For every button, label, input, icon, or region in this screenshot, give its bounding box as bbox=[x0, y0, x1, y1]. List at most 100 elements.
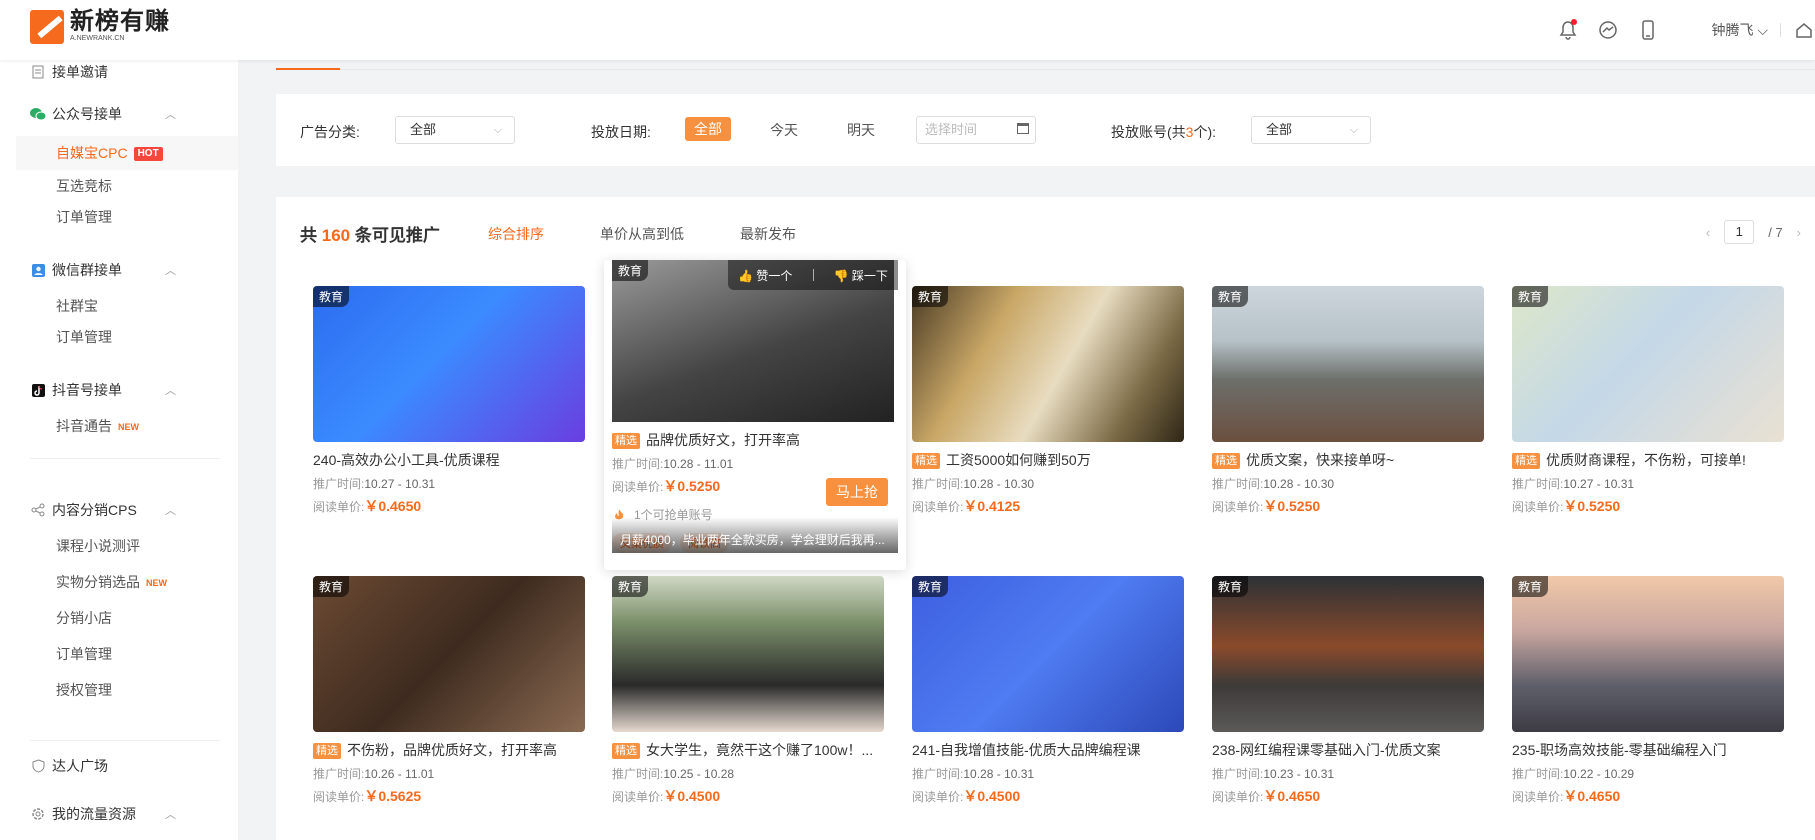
dislike-button[interactable]: 👎 踩一下 bbox=[834, 267, 888, 284]
card-image[interactable]: 教育 bbox=[313, 576, 585, 732]
sidebar-item-orders[interactable]: 订单管理 bbox=[0, 205, 238, 229]
card-title[interactable]: 精选 不伤粉，品牌优质好文，打开率高 bbox=[313, 740, 585, 760]
promotion-card[interactable]: 教育 240-高效办公小工具-优质课程 推广时间:10.27 - 10.31 阅… bbox=[313, 286, 585, 546]
card-image[interactable]: 教育 bbox=[1212, 286, 1484, 442]
message-icon[interactable] bbox=[1597, 19, 1619, 41]
card-price: 阅读单价:￥0.4500 bbox=[612, 787, 884, 806]
card-title-text: 工资5000如何赚到50万 bbox=[946, 452, 1091, 468]
sidebar-item-shop[interactable]: 分销小店 bbox=[0, 606, 238, 630]
sidebar-item-label: 接单邀请 bbox=[52, 64, 108, 80]
card-title[interactable]: 235-职场高效技能-零基础编程入门 bbox=[1512, 740, 1784, 760]
promotion-card[interactable]: 教育 238-网红编程课零基础入门-优质文案 推广时间:10.23 - 10.3… bbox=[1212, 576, 1484, 836]
card-image[interactable]: 教育 bbox=[313, 286, 585, 442]
card-title[interactable]: 240-高效办公小工具-优质课程 bbox=[313, 450, 585, 470]
category-value: 全部 bbox=[410, 122, 437, 137]
promotion-card[interactable]: 教育 精选 不伤粉，品牌优质好文，打开率高 推广时间:10.26 - 11.01 … bbox=[313, 576, 585, 836]
sort-price-desc[interactable]: 单价从高到低 bbox=[600, 224, 684, 244]
date-option-all[interactable]: 全部 bbox=[685, 117, 731, 141]
sidebar-item-course-review[interactable]: 课程小说测评 bbox=[0, 534, 238, 558]
mobile-icon[interactable] bbox=[1637, 19, 1659, 41]
bell-icon[interactable] bbox=[1557, 19, 1579, 41]
date-option-tomorrow[interactable]: 明天 bbox=[847, 117, 875, 143]
promotion-card-hover[interactable]: 教育 👍 赞一个 👎 踩一下 月薪4000，毕业两年全款买房，学会理财后我再..… bbox=[604, 260, 906, 570]
promotion-card[interactable]: 教育 精选 优质财商课程，不伤粉，可接单! 推广时间:10.27 - 10.31 … bbox=[1512, 286, 1784, 546]
page-input[interactable]: 1 bbox=[1724, 220, 1755, 244]
category-select[interactable]: 全部 ⌵ bbox=[395, 116, 515, 144]
promotion-card[interactable]: 教育 241-自我增值技能-优质大品牌编程课 推广时间:10.28 - 10.3… bbox=[912, 576, 1184, 836]
count-pre: 共 bbox=[300, 226, 317, 245]
sidebar-item-orders[interactable]: 订单管理 bbox=[0, 325, 238, 349]
brand-logo[interactable]: 新榜有赚 A.NEWRANK.CN bbox=[30, 10, 170, 44]
account-select[interactable]: 全部 ⌵ bbox=[1251, 116, 1371, 144]
card-title[interactable]: 精选 工资5000如何赚到50万 bbox=[912, 450, 1184, 470]
sidebar-item-bidding[interactable]: 互选竞标 bbox=[0, 174, 238, 198]
card-title[interactable]: 238-网红编程课零基础入门-优质文案 bbox=[1212, 740, 1484, 760]
next-page-icon[interactable]: › bbox=[1797, 225, 1801, 240]
card-image[interactable]: 教育 bbox=[612, 576, 884, 732]
sidebar-group-traffic[interactable]: 我的流量资源 ︿ bbox=[0, 802, 238, 826]
card-price: 阅读单价:￥0.4125 bbox=[912, 497, 1184, 516]
sidebar-item-douyin-notice[interactable]: 抖音通告 NEW bbox=[0, 414, 238, 438]
date-value: 10.25 - 10.28 bbox=[663, 767, 735, 781]
promotion-card[interactable]: 教育 精选 女大学生，竟然干这个赚了100w！... 推广时间:10.25 - 1… bbox=[612, 576, 884, 836]
grab-order-button[interactable]: 马上抢 bbox=[826, 478, 888, 506]
sidebar-item-authorization[interactable]: 授权管理 bbox=[0, 678, 238, 702]
category-tag: 教育 bbox=[313, 286, 350, 307]
sidebar-group-cps[interactable]: 内容分销CPS ︿ bbox=[0, 498, 238, 522]
date-option-today[interactable]: 今天 bbox=[770, 117, 798, 143]
card-title[interactable]: 精选 女大学生，竟然干这个赚了100w！... bbox=[612, 740, 884, 760]
card-title-text: 235-职场高效技能-零基础编程入门 bbox=[1512, 742, 1727, 758]
chevron-down-icon: ⌵ bbox=[493, 124, 502, 136]
date-picker-input[interactable]: 选择时间 bbox=[916, 116, 1036, 144]
card-price: 阅读单价:￥0.4650 bbox=[313, 497, 585, 516]
price-value: ￥0.5250 bbox=[663, 478, 721, 494]
sort-newest[interactable]: 最新发布 bbox=[740, 224, 796, 244]
category-tag: 教育 bbox=[612, 576, 649, 597]
douyin-icon bbox=[30, 382, 46, 398]
card-title[interactable]: 精选 优质财商课程，不伤粉，可接单! bbox=[1512, 450, 1784, 470]
user-menu[interactable]: 钟腾飞 ⌵ bbox=[1711, 20, 1768, 40]
sidebar-item-community[interactable]: 社群宝 bbox=[0, 294, 238, 318]
date-value: 10.28 - 10.30 bbox=[1263, 477, 1335, 491]
date-prefix: 推广时间: bbox=[612, 457, 664, 471]
sidebar-group-wechat-official[interactable]: 公众号接单 ︿ bbox=[0, 102, 238, 126]
price-value: ￥0.5250 bbox=[1263, 498, 1321, 514]
prev-page-icon[interactable]: ‹ bbox=[1706, 225, 1710, 240]
sidebar-item-invitations[interactable]: 接单邀请 bbox=[0, 60, 238, 84]
card-image[interactable]: 教育 bbox=[1512, 576, 1784, 732]
promotion-card[interactable]: 教育 精选 优质文案，快来接单呀~ 推广时间:10.28 - 10.30 阅读单价… bbox=[1212, 286, 1484, 546]
sidebar-item-talent-square[interactable]: 达人广场 bbox=[0, 754, 238, 778]
price-value: ￥0.4125 bbox=[963, 498, 1021, 514]
brand-sub: A.NEWRANK.CN bbox=[70, 35, 125, 42]
promotion-card[interactable]: 教育 精选 工资5000如何赚到50万 推广时间:10.28 - 10.30 阅读… bbox=[912, 286, 1184, 546]
sidebar-group-wechat-group[interactable]: 微信群接单 ︿ bbox=[0, 258, 238, 282]
card-price: 阅读单价:￥0.4650 bbox=[1512, 787, 1784, 806]
featured-badge: 精选 bbox=[1212, 453, 1240, 469]
dislike-label: 踩一下 bbox=[851, 268, 888, 283]
card-image[interactable]: 教育 bbox=[912, 576, 1184, 732]
card-title[interactable]: 精选 优质文案，快来接单呀~ bbox=[1212, 450, 1484, 470]
card-date: 推广时间:10.28 - 10.30 bbox=[1212, 476, 1484, 492]
card-image[interactable]: 教育 bbox=[912, 286, 1184, 442]
card-title[interactable]: 精选 品牌优质好文，打开率高 bbox=[612, 430, 898, 450]
card-title[interactable]: 241-自我增值技能-优质大品牌编程课 bbox=[912, 740, 1184, 760]
home-icon[interactable] bbox=[1793, 19, 1815, 41]
card-image[interactable]: 教育 👍 赞一个 👎 踩一下 月薪4000，毕业两年全款买房，学会理财后我再..… bbox=[612, 260, 898, 553]
divider bbox=[812, 269, 814, 281]
feedback-bar: 👍 赞一个 👎 踩一下 bbox=[728, 260, 898, 290]
sidebar: 接单邀请 公众号接单 ︿ 自媒宝CPC HOT 互选竞标 订单管理 微信群接单 ︿… bbox=[0, 60, 238, 840]
price-value: ￥0.5250 bbox=[1563, 498, 1621, 514]
sidebar-item-cpc[interactable]: 自媒宝CPC HOT bbox=[16, 136, 238, 170]
sidebar-group-label: 微信群接单 bbox=[52, 262, 122, 278]
divider bbox=[1780, 23, 1781, 37]
sort-comprehensive[interactable]: 综合排序 bbox=[488, 224, 544, 244]
sidebar-item-orders[interactable]: 订单管理 bbox=[0, 642, 238, 666]
sidebar-group-douyin[interactable]: 抖音号接单 ︿ bbox=[0, 378, 238, 402]
account-label: 投放账号(共3个): bbox=[1111, 122, 1216, 142]
card-image[interactable]: 教育 bbox=[1212, 576, 1484, 732]
like-button[interactable]: 👍 赞一个 bbox=[738, 267, 792, 284]
card-image[interactable]: 教育 bbox=[1512, 286, 1784, 442]
pagination: ‹ 1 / 7 › bbox=[1692, 220, 1815, 244]
promotion-card[interactable]: 教育 235-职场高效技能-零基础编程入门 推广时间:10.22 - 10.29… bbox=[1512, 576, 1784, 836]
sidebar-item-physical-goods[interactable]: 实物分销选品 NEW bbox=[0, 570, 238, 594]
